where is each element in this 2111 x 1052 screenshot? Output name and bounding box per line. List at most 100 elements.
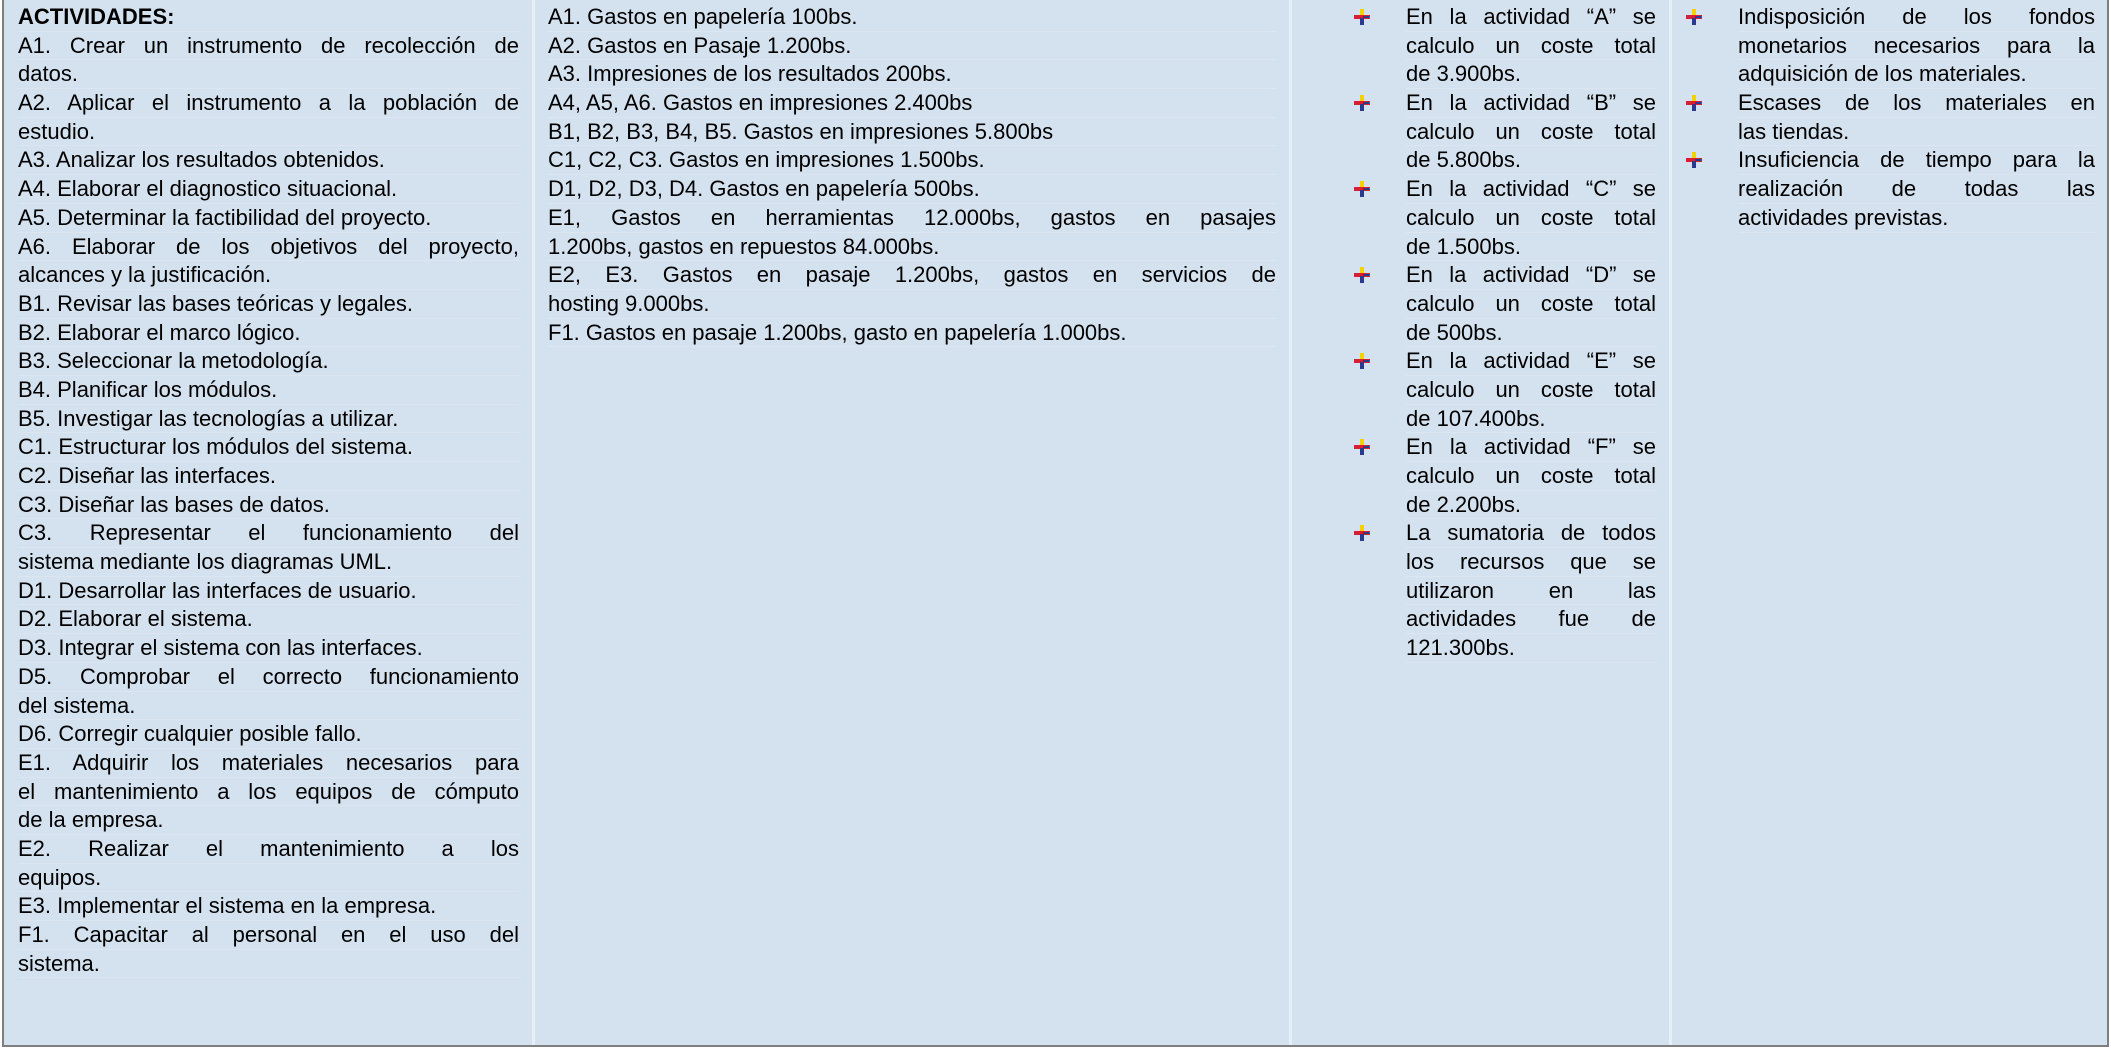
total-item: En la actividad “B” se calculo un coste t…	[1354, 89, 1656, 176]
risks-list: Indisposición de los fondos monetarios ne…	[1686, 3, 2095, 233]
total-item: En la actividad “E” se calculo un coste t…	[1354, 347, 1656, 434]
activity-line: A1. Crear un instrumento de recolección …	[18, 32, 519, 61]
total-item-line: utilizaron en las	[1406, 577, 1656, 606]
cost-line: E1, Gastos en herramientas 12.000bs, gas…	[548, 204, 1276, 233]
activity-line: equipos.	[18, 864, 519, 893]
arrow-bullet-icon	[1354, 181, 1370, 198]
activity-line: D2. Elaborar el sistema.	[18, 605, 519, 635]
total-item-line: de 500bs.	[1406, 319, 1656, 348]
total-item: En la actividad “F” se calculo un coste t…	[1354, 433, 1656, 520]
risk-item-line: actividades previstas.	[1738, 204, 2095, 233]
arrow-bullet-icon	[1354, 439, 1370, 456]
activity-line: de la empresa.	[18, 806, 519, 835]
activity-line: ACTIVIDADES:	[18, 3, 519, 32]
total-item-line: En la actividad “B” se	[1406, 89, 1656, 118]
activity-line: D5. Comprobar el correcto funcionamiento	[18, 663, 519, 692]
risk-item: Escases de los materiales en las tiendas.	[1686, 89, 2095, 147]
column-divider	[1669, 0, 1672, 1045]
risk-item-line: las tiendas.	[1738, 118, 2095, 147]
activities-list: ACTIVIDADES: A1. Crear un instrumento de …	[18, 3, 519, 979]
total-item-line: 121.300bs.	[1406, 634, 1656, 663]
activity-line: C2. Diseñar las interfaces.	[18, 462, 519, 491]
total-item: En la actividad “C” se calculo un coste t…	[1354, 175, 1656, 262]
cost-line: E2, E3. Gastos en pasaje 1.200bs, gastos…	[548, 261, 1276, 290]
totals-column: En la actividad “A” se calculo un coste t…	[1354, 0, 1656, 1045]
arrow-bullet-icon	[1354, 353, 1370, 370]
activity-line: C1. Estructurar los módulos del sistema.	[18, 433, 519, 462]
total-item-line: calculo un coste total	[1406, 462, 1656, 491]
cost-line: C1, C2, C3. Gastos en impresiones 1.500b…	[548, 146, 1276, 176]
total-item: En la actividad “D” se calculo un coste t…	[1354, 261, 1656, 348]
total-item-line: En la actividad “F” se	[1406, 433, 1656, 462]
arrow-bullet-icon	[1354, 525, 1370, 542]
arrow-bullet-icon	[1686, 152, 1702, 169]
activity-line: D1. Desarrollar las interfaces de usuari…	[18, 577, 519, 606]
activity-line: A4. Elaborar el diagnostico situacional.	[18, 175, 519, 204]
total-item-line: calculo un coste total	[1406, 376, 1656, 405]
total-item-line: los recursos que se	[1406, 548, 1656, 577]
column-divider	[1289, 0, 1292, 1045]
activity-line: datos.	[18, 60, 519, 90]
arrow-bullet-icon	[1354, 9, 1370, 25]
total-item-line: de 3.900bs.	[1406, 60, 1656, 90]
total-item-line: calculo un coste total	[1406, 32, 1656, 61]
costs-column: A1. Gastos en papelería 100bs. A2. Gastos…	[548, 0, 1276, 1045]
activity-line: B2. Elaborar el marco lógico.	[18, 319, 519, 348]
activity-line: F1. Capacitar al personal en el uso del	[18, 921, 519, 950]
activity-line: A3. Analizar los resultados obtenidos.	[18, 146, 519, 176]
cost-line: B1, B2, B3, B4, B5. Gastos en impresione…	[548, 118, 1276, 147]
activity-line: E1. Adquirir los materiales necesarios p…	[18, 749, 519, 778]
total-item-line: calculo un coste total	[1406, 290, 1656, 319]
total-item: En la actividad “A” se calculo un coste t…	[1354, 3, 1656, 90]
activity-line: A6. Elaborar de los objetivos del proyec…	[18, 233, 519, 262]
activity-line: estudio.	[18, 118, 519, 147]
total-item-line: actividades fue de	[1406, 605, 1656, 635]
document-table: ACTIVIDADES: A1. Crear un instrumento de …	[2, 0, 2109, 1047]
activity-line: B1. Revisar las bases teóricas y legales…	[18, 290, 519, 319]
activity-line: D6. Corregir cualquier posible fallo.	[18, 720, 519, 749]
column-divider	[532, 0, 535, 1045]
cost-line: hosting 9.000bs.	[548, 290, 1276, 319]
cost-line: A1. Gastos en papelería 100bs.	[548, 3, 1276, 32]
risk-item-line: realización de todas las	[1738, 175, 2095, 204]
activity-line: A2. Aplicar el instrumento a la població…	[18, 89, 519, 118]
risk-item: Insuficiencia de tiempo para la realizaci…	[1686, 146, 2095, 233]
total-item-line: La sumatoria de todos	[1406, 519, 1656, 549]
cost-line: 1.200bs, gastos en repuestos 84.000bs.	[548, 233, 1276, 262]
risk-item-line: Escases de los materiales en	[1738, 89, 2095, 118]
costs-list: A1. Gastos en papelería 100bs. A2. Gastos…	[548, 3, 1276, 348]
risk-item-line: Insuficiencia de tiempo para la	[1738, 146, 2095, 176]
activity-line: sistema.	[18, 950, 519, 979]
risk-item: Indisposición de los fondos monetarios ne…	[1686, 3, 2095, 90]
activity-line: alcances y la justificación.	[18, 261, 519, 290]
arrow-bullet-icon	[1354, 267, 1370, 284]
total-item: La sumatoria de todos los recursos que se…	[1354, 519, 1656, 663]
totals-list: En la actividad “A” se calculo un coste t…	[1354, 3, 1656, 663]
activity-line: sistema mediante los diagramas UML.	[18, 548, 519, 577]
activity-line: B3. Seleccionar la metodología.	[18, 347, 519, 376]
activity-line: el mantenimiento a los equipos de cómput…	[18, 778, 519, 807]
cost-line: D1, D2, D3, D4. Gastos en papelería 500b…	[548, 175, 1276, 204]
total-item-line: En la actividad “D” se	[1406, 261, 1656, 290]
total-item-line: de 107.400bs.	[1406, 405, 1656, 434]
risks-column: Indisposición de los fondos monetarios ne…	[1686, 0, 2095, 1045]
total-item-line: de 1.500bs.	[1406, 233, 1656, 262]
arrow-bullet-icon	[1686, 95, 1702, 112]
activity-line: B5. Investigar las tecnologías a utiliza…	[18, 405, 519, 434]
cost-line: F1. Gastos en pasaje 1.200bs, gasto en p…	[548, 319, 1276, 348]
activity-line: E2. Realizar el mantenimiento a los	[18, 835, 519, 864]
activities-column: ACTIVIDADES: A1. Crear un instrumento de …	[18, 0, 519, 1045]
total-item-line: calculo un coste total	[1406, 204, 1656, 233]
cost-line: A2. Gastos en Pasaje 1.200bs.	[548, 32, 1276, 61]
total-item-line: En la actividad “C” se	[1406, 175, 1656, 204]
arrow-bullet-icon	[1354, 95, 1370, 112]
total-item-line: de 5.800bs.	[1406, 146, 1656, 176]
activity-line: D3. Integrar el sistema con las interfac…	[18, 634, 519, 663]
activity-line: A5. Determinar la factibilidad del proye…	[18, 204, 519, 233]
total-item-line: En la actividad “A” se	[1406, 3, 1656, 32]
activity-line: C3. Representar el funcionamiento del	[18, 519, 519, 549]
total-item-line: calculo un coste total	[1406, 118, 1656, 147]
risk-item-line: monetarios necesarios para la	[1738, 32, 2095, 61]
cost-line: A3. Impresiones de los resultados 200bs.	[548, 60, 1276, 90]
activity-line: del sistema.	[18, 692, 519, 721]
